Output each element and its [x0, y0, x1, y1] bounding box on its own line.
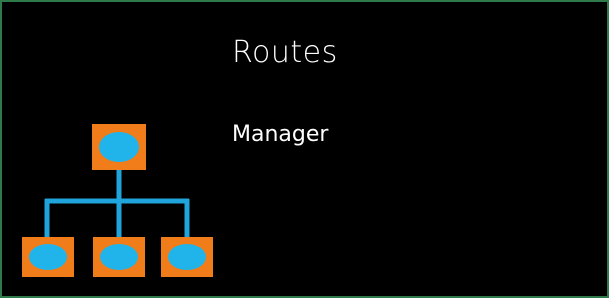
tile-subtitle: Manager: [232, 122, 329, 147]
tile-title: Routes: [232, 35, 338, 70]
connector-lines: [44, 168, 190, 239]
routes-manager-tile[interactable]: Routes Manager: [0, 0, 609, 298]
org-node-bottom-right: [161, 237, 213, 277]
org-node-bottom-left: [22, 237, 74, 277]
org-node-bottom-middle: [93, 237, 145, 277]
org-node-top: [92, 124, 146, 170]
